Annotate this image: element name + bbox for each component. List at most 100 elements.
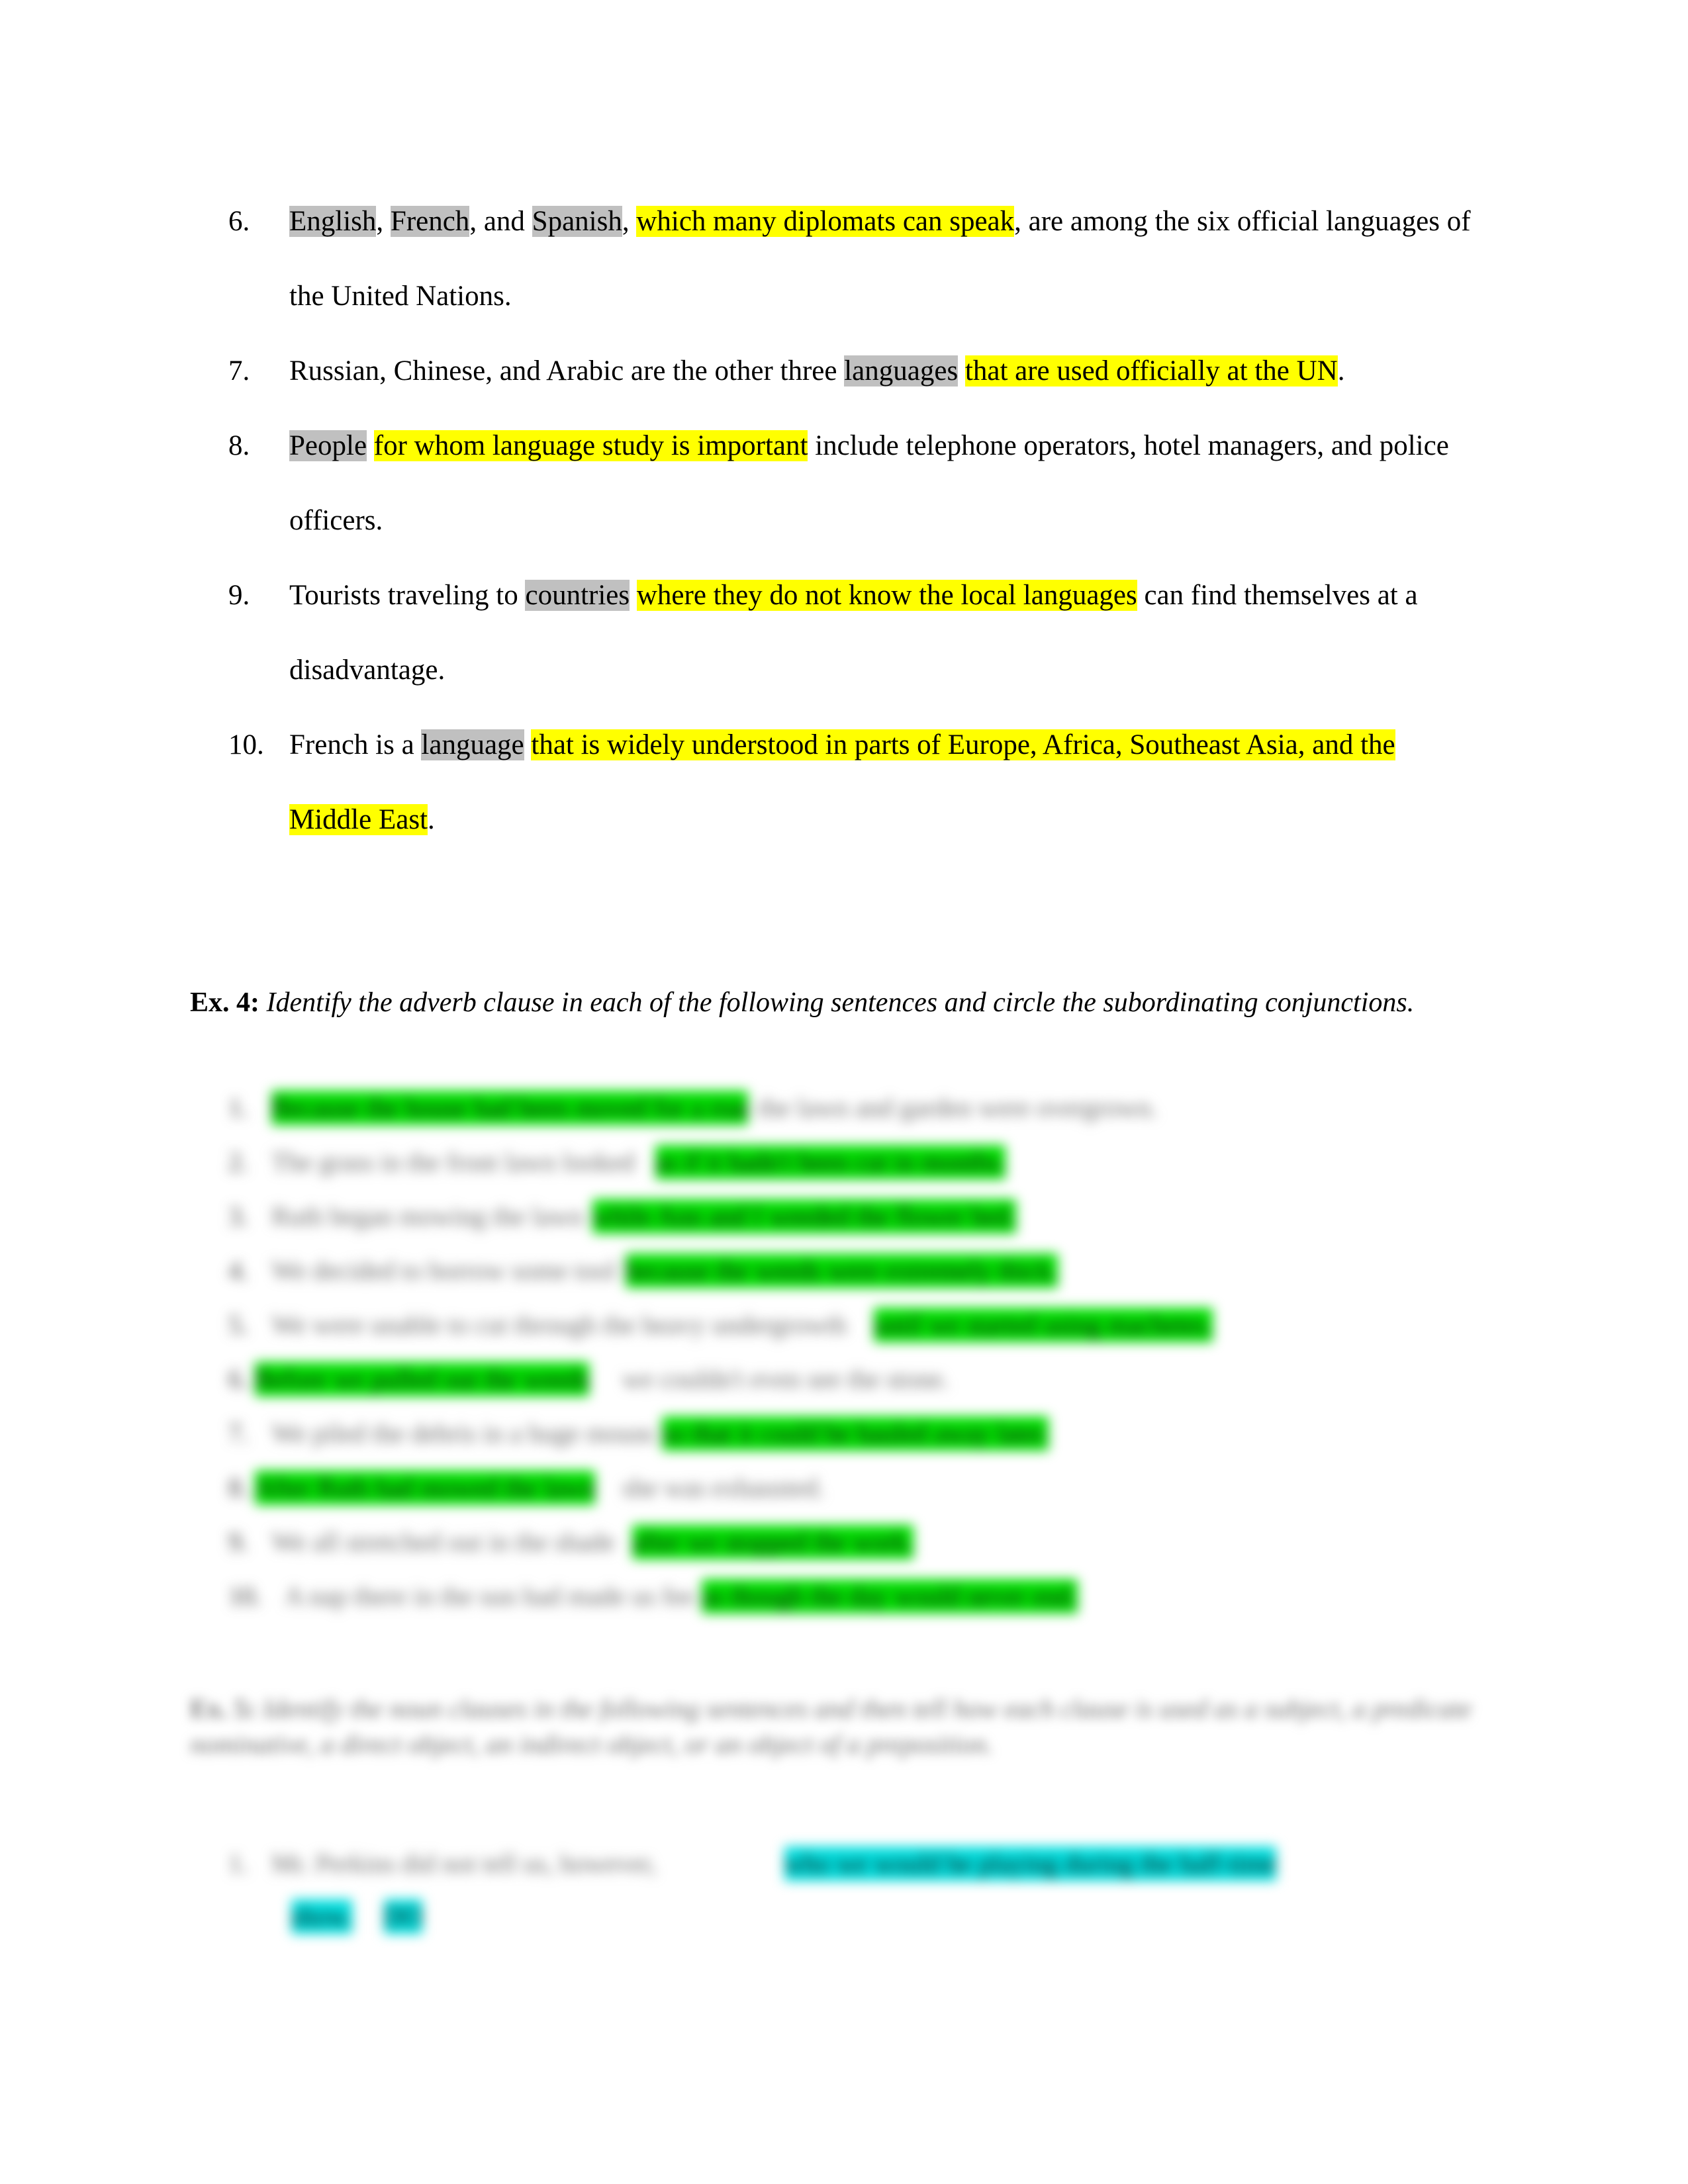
highlight-gray: People (289, 430, 367, 461)
list-item-number: 7. (228, 1418, 248, 1448)
text-run: . (428, 804, 435, 835)
text-run: Mr. Perkins did not tell us, however, (271, 1848, 657, 1878)
answer-segment: A nap there in the sun had made us feel (285, 1579, 695, 1614)
highlight-gray: Spanish (532, 206, 622, 237)
answer-segment: as though the day would never end. (702, 1579, 1092, 1614)
list-item-number: 5. (228, 1310, 248, 1340)
text-run: We piled the debris in a huge mound (271, 1418, 655, 1448)
exercise-5-instruction: Identify the noun clauses in the followi… (190, 1694, 1472, 1759)
list-item: 7. Russian, Chinese, and Arabic are the o… (228, 334, 1473, 408)
text-run (958, 355, 965, 387)
list-item: 8. People for whom language study is imp… (228, 408, 1473, 558)
text-run: . (1337, 355, 1345, 387)
text-run: the lawn and garden were overgrown. (758, 1093, 1158, 1122)
answer-segment: DO (384, 1899, 437, 1934)
list-item: 10. French is a language that is widely u… (228, 707, 1473, 857)
highlight-gray: countries (525, 580, 630, 611)
list-item-text: Russian, Chinese, and Arabic are the oth… (289, 334, 1473, 408)
list-item: 6. English, French, and Spanish, which m… (228, 184, 1473, 334)
list-item-number: 6. (228, 1364, 248, 1394)
list-item-number: 10. (228, 729, 264, 760)
exercise-4-heading: Ex. 4: Identify the adverb clause in eac… (190, 984, 1474, 1021)
answer-segment: as if it hadn't been cut in months. (655, 1145, 1026, 1179)
list-item-number: 2. (228, 1147, 248, 1177)
answer-segment: Mr. Perkins did not tell us, however, (271, 1846, 669, 1881)
highlight-green: Because the house had been moved for a r… (271, 1091, 748, 1125)
answer-segment: Before we pulled out the weeds (255, 1362, 612, 1396)
highlight-gray: language (421, 729, 524, 760)
list-item-text: People for whom language study is import… (289, 408, 1473, 558)
highlight-yellow: where they do not know the local languag… (636, 580, 1137, 611)
list-item-number: 6. (228, 206, 250, 237)
highlight-green: after we stopped the work. (632, 1525, 914, 1559)
highlight-cyan: DO (384, 1899, 422, 1934)
text-run: she was exhausted. (622, 1473, 825, 1502)
text-run: Ruth began mowing the lawn (271, 1201, 583, 1231)
highlight-green: After Ruth had mowed the lawn (255, 1471, 596, 1505)
text-run: The grass in the front lawn looked (271, 1147, 635, 1177)
list-item-number: 1. (228, 1093, 248, 1122)
text-run: A nap there in the sun had made us feel (285, 1581, 695, 1611)
list-item-number: 1. (228, 1848, 248, 1878)
highlight-green: because the weeds were extremely thick. (626, 1253, 1058, 1288)
list-item-number: 8. (228, 430, 250, 461)
exercise-4-instruction: Identify the adverb clause in each of th… (266, 987, 1415, 1018)
list-item-number: 3. (228, 1201, 248, 1231)
text-run: We decided to borrow some tools (271, 1255, 616, 1285)
answer-segment: Ruth began mowing the lawn (271, 1199, 583, 1234)
text-run: French is a (289, 729, 422, 760)
highlight-green: as though the day would never end. (702, 1579, 1078, 1614)
list-item-number: 10. (228, 1581, 261, 1611)
highlight-gray: French (390, 206, 470, 237)
answer-segment: until we started using machetes. (874, 1308, 1244, 1342)
list-item-text: French is a language that is widely unde… (289, 707, 1473, 857)
answer-segment: so that it could be hauled away later. (662, 1416, 1072, 1451)
text-run: we couldn't even see the stone. (622, 1364, 949, 1394)
highlight-yellow: that are used officially at the UN (964, 355, 1338, 387)
text-run (367, 430, 374, 461)
answer-segment: we couldn't even see the stone. (622, 1362, 1000, 1396)
list-item-number: 7. (228, 355, 250, 387)
list-item-number: 9. (228, 580, 250, 611)
exercise-4-separator: : (250, 987, 267, 1018)
highlight-cyan: who we would be playing during the half-… (784, 1846, 1277, 1881)
highlight-green: as if it hadn't been cut in months. (655, 1145, 1006, 1179)
answer-segment: who we would be playing during the half-… (784, 1846, 1407, 1881)
text-run: , (376, 206, 391, 237)
answer-segment: We decided to borrow some tools (271, 1253, 616, 1288)
answer-segment: We piled the debris in a huge mound (271, 1416, 655, 1451)
highlight-green: so that it could be hauled away later. (662, 1416, 1049, 1451)
list-item-text: Tourists traveling to countries where th… (289, 558, 1473, 707)
highlight-gray: English (289, 206, 377, 237)
exercise-5-heading-blurred: Ex. 5: Identify the noun clauses in the … (190, 1691, 1481, 1762)
text-run (524, 729, 532, 760)
exercise-5-answers-blurred: 1. Mr. Perkins did not tell us, however, w… (0, 1833, 1688, 1952)
answer-segment: We all stretched out in the shade (271, 1525, 622, 1559)
list-item-text: English, French, and Spanish, which many… (289, 184, 1473, 334)
highlight-green: Before we pulled out the weeds (255, 1362, 590, 1396)
answer-segment: because the weeds were extremely thick. (626, 1253, 1082, 1288)
text-run: , (622, 206, 637, 237)
exercise-4-label: Ex. 4 (190, 987, 251, 1018)
highlight-yellow: which many diplomats can speak (636, 206, 1015, 237)
answer-segment: while Ann and I weeded the flower bed. (592, 1199, 1043, 1234)
highlight-green: until we started using machetes. (874, 1308, 1213, 1342)
exercise-3-list: 6. English, French, and Spanish, which m… (228, 184, 1473, 857)
text-run (630, 580, 637, 611)
exercise-4-answers-blurred: 1. Because the house had been moved for a… (0, 1079, 1688, 1635)
list-item: 9. Tourists traveling to countries where … (228, 558, 1473, 707)
answer-segment: after we stopped the work. (632, 1525, 937, 1559)
highlight-yellow: for whom language study is important (373, 430, 808, 461)
answer-segment: show. (291, 1899, 367, 1934)
answer-segment: the lawn and garden were overgrown. (758, 1091, 1215, 1125)
list-item-number: 4. (228, 1255, 248, 1285)
text-run: Tourists traveling to (289, 580, 526, 611)
answer-segment: she was exhausted. (622, 1471, 861, 1505)
answer-segment: The grass in the front lawn looked (271, 1145, 642, 1179)
exercise-5-label: Ex. 5 (190, 1694, 248, 1723)
answer-segment: After Ruth had mowed the lawn (255, 1471, 609, 1505)
exercise-5-separator: : (247, 1694, 263, 1723)
list-item-number: 8. (228, 1473, 248, 1502)
document-page: 6. English, French, and Spanish, which m… (0, 0, 1688, 2184)
highlight-green: while Ann and I weeded the flower bed. (592, 1199, 1016, 1234)
